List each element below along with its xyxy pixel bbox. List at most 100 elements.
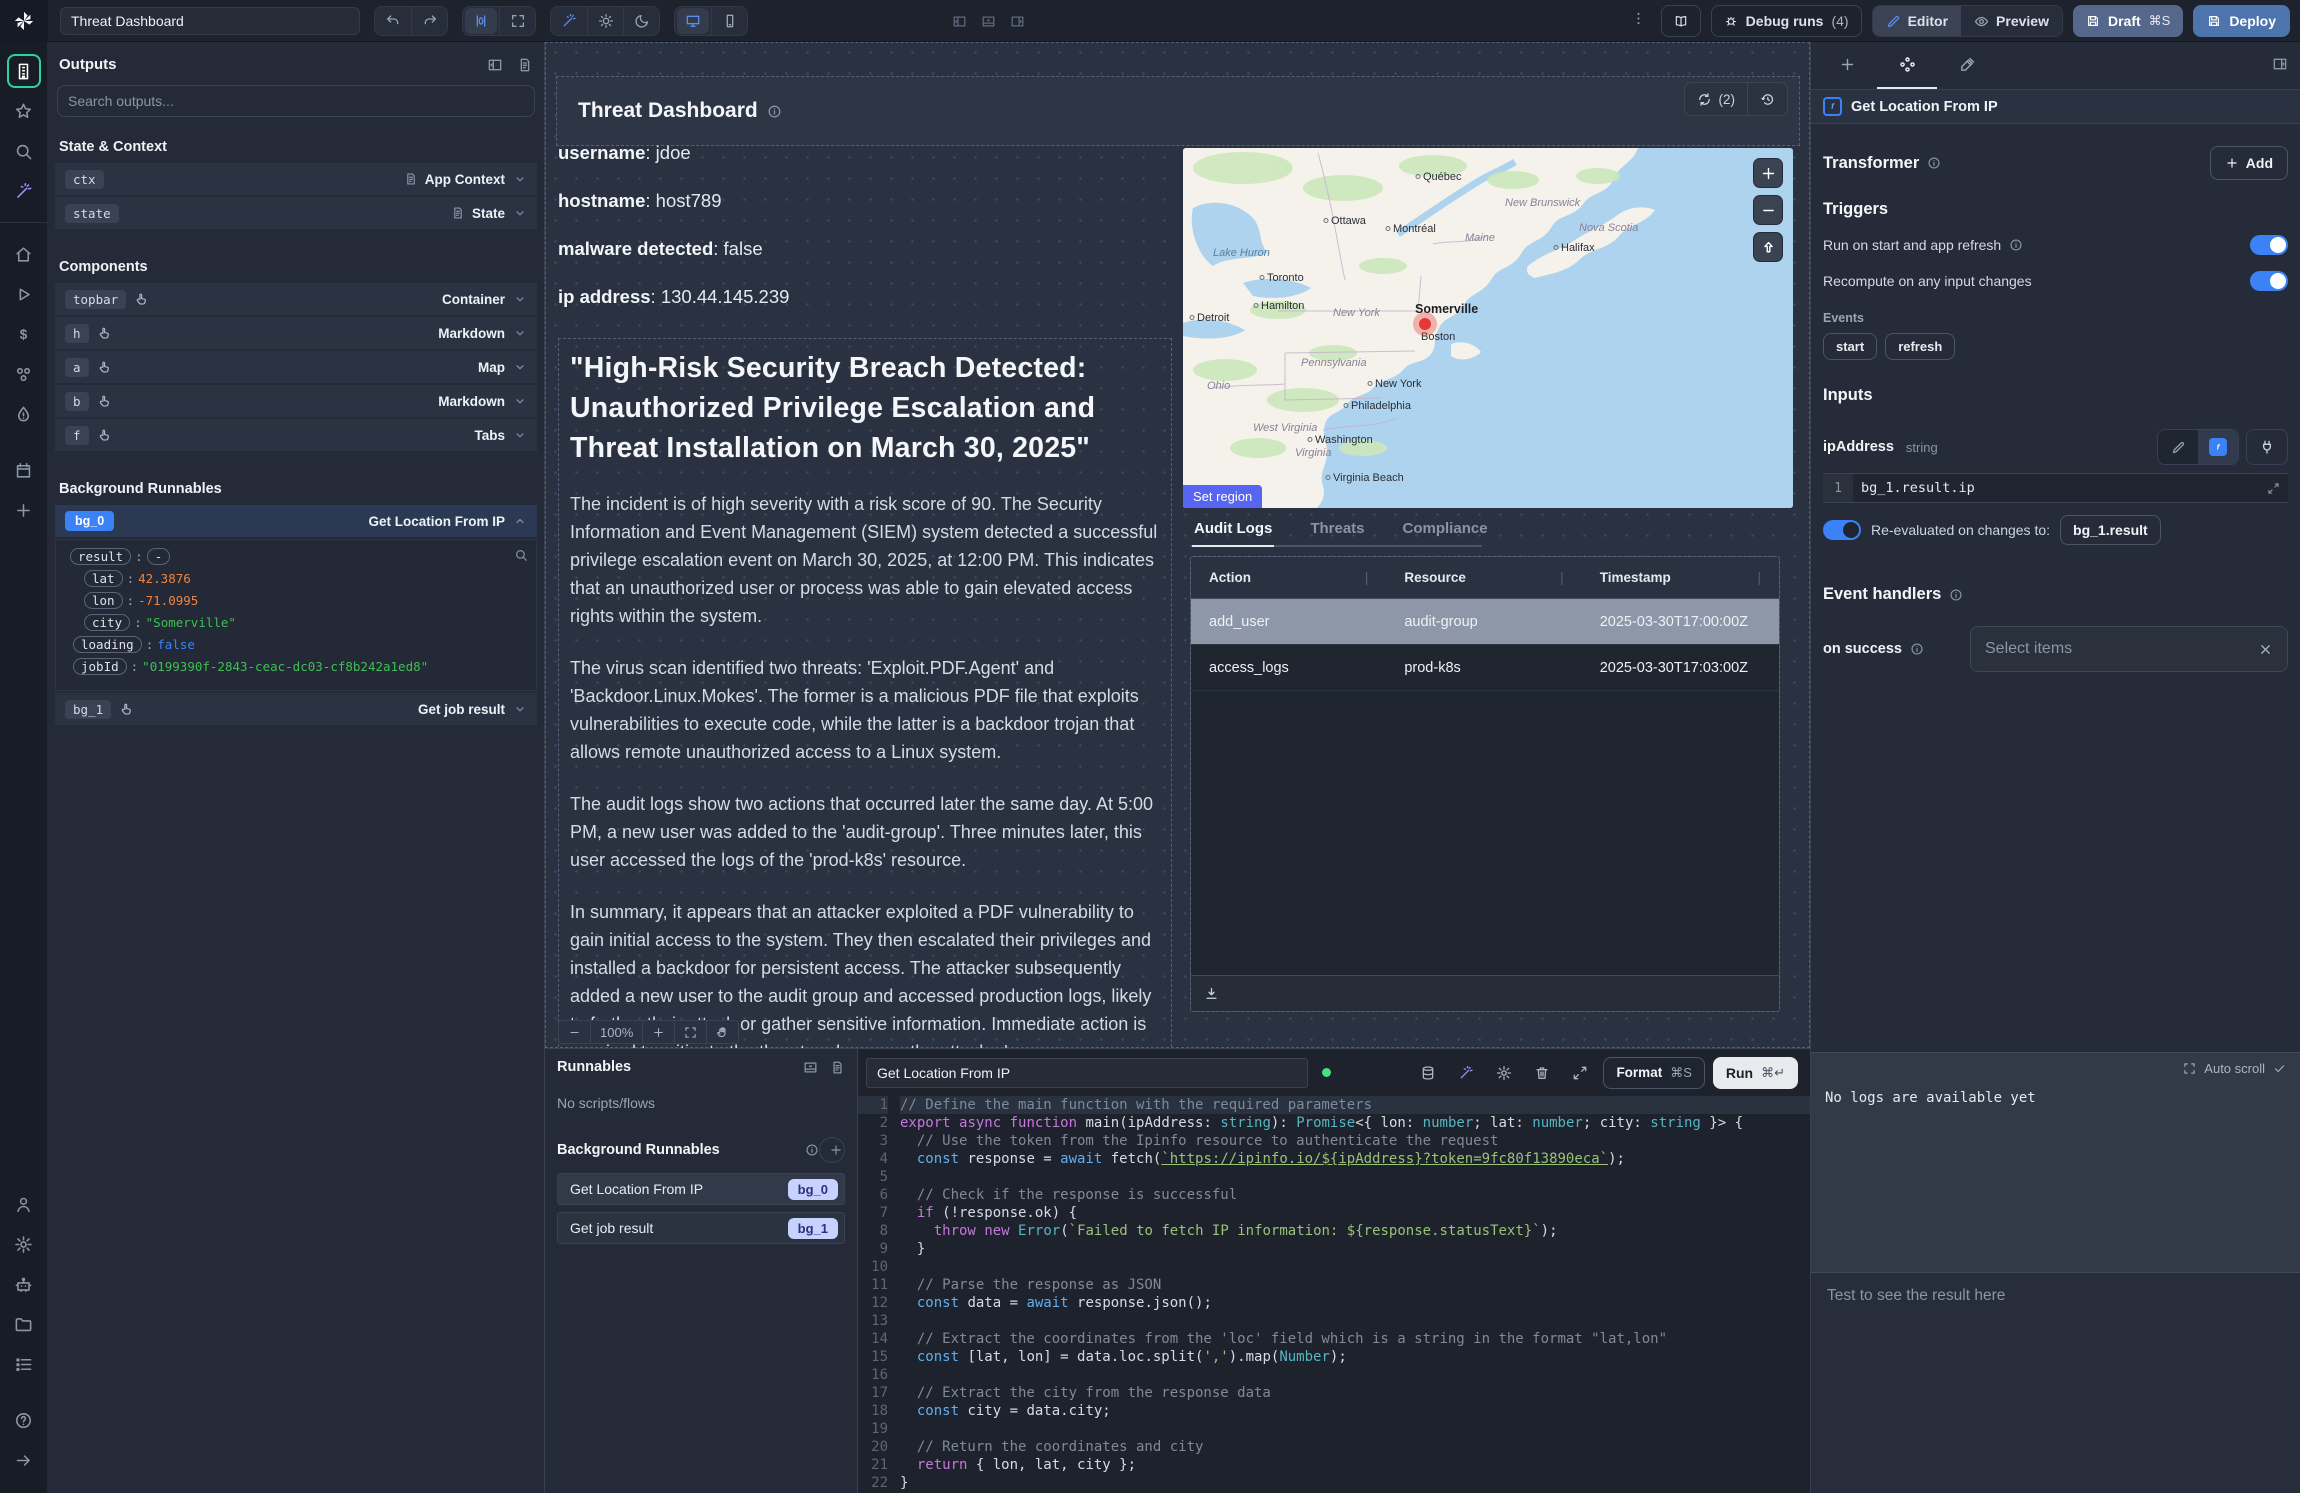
rail-wand-button[interactable] bbox=[7, 174, 41, 208]
set-region-button[interactable]: Set region bbox=[1183, 485, 1262, 508]
runnable-item[interactable]: Get job resultbg_1 bbox=[557, 1212, 845, 1244]
collapse-panel-icon[interactable] bbox=[487, 57, 503, 73]
tab-audit-logs[interactable]: Audit Logs bbox=[1192, 516, 1274, 547]
hand-pointer-icon[interactable] bbox=[97, 394, 112, 409]
runnables-doc-icon[interactable] bbox=[830, 1060, 845, 1075]
rail-hub-button[interactable] bbox=[7, 357, 41, 391]
clear-icon[interactable] bbox=[2258, 642, 2273, 657]
zoom-out-button[interactable] bbox=[559, 1021, 590, 1043]
cache-button[interactable] bbox=[1413, 1058, 1443, 1088]
event-chip-refresh[interactable]: refresh bbox=[1885, 333, 1955, 360]
map-reset-button[interactable] bbox=[1753, 232, 1783, 262]
output-row-ctx[interactable]: ctxApp Context bbox=[55, 163, 537, 195]
fit-view-button[interactable] bbox=[674, 1021, 706, 1043]
hand-pointer-icon[interactable] bbox=[97, 428, 112, 443]
recompute-toggle[interactable] bbox=[2250, 271, 2288, 291]
column-header-action[interactable]: Action| bbox=[1191, 570, 1386, 585]
map-zoom-in-button[interactable] bbox=[1753, 158, 1783, 188]
markdown-fields-component[interactable]: username: jdoehostname: host789malware d… bbox=[558, 142, 1172, 334]
undo-button[interactable] bbox=[375, 6, 411, 36]
runnable-name-input[interactable]: Get Location From IP bbox=[866, 1058, 1308, 1088]
desktop-view-button[interactable] bbox=[677, 8, 709, 34]
check-icon[interactable] bbox=[2273, 1062, 2286, 1075]
recompute-history-button[interactable] bbox=[1747, 83, 1787, 115]
hand-pointer-icon[interactable] bbox=[119, 702, 134, 717]
search-result-icon[interactable] bbox=[514, 548, 528, 562]
redo-button[interactable] bbox=[411, 6, 447, 36]
ai-edit-button[interactable] bbox=[1451, 1058, 1481, 1088]
bg0-row[interactable]: bg_0 Get Location From IP bbox=[55, 505, 537, 537]
styling-tab[interactable] bbox=[1937, 42, 1997, 89]
insert-tab[interactable] bbox=[1817, 42, 1877, 89]
hand-pointer-icon[interactable] bbox=[97, 360, 112, 375]
expand-canvas-button[interactable] bbox=[499, 6, 535, 36]
chevron-down-icon[interactable] bbox=[513, 702, 527, 716]
toggle-left-panel-icon[interactable] bbox=[952, 14, 967, 29]
table-row[interactable]: add_useraudit-group2025-03-30T17:00:00Z bbox=[1191, 599, 1779, 645]
draft-button[interactable]: Draft ⌘S bbox=[2073, 5, 2183, 37]
component-settings-tab[interactable] bbox=[1877, 42, 1937, 89]
dark-theme-button[interactable] bbox=[623, 6, 659, 36]
fullscreen-editor-button[interactable] bbox=[1565, 1058, 1595, 1088]
eval-mode-button[interactable]: f bbox=[2198, 430, 2238, 464]
rail-home-button[interactable] bbox=[7, 237, 41, 271]
ai-assist-button[interactable] bbox=[551, 6, 587, 36]
rail-plus-button[interactable] bbox=[7, 493, 41, 527]
component-row-topbar[interactable]: topbarContainer bbox=[55, 283, 537, 315]
static-mode-button[interactable] bbox=[2158, 430, 2198, 464]
windmill-logo[interactable] bbox=[0, 0, 48, 42]
reeval-target-badge[interactable]: bg_1.result bbox=[2060, 515, 2161, 545]
refresh-app-button[interactable]: (2) bbox=[1685, 83, 1748, 115]
bg1-row[interactable]: bg_1 Get job result bbox=[55, 693, 537, 725]
rail-search-button[interactable] bbox=[7, 134, 41, 168]
collapse-bottom-icon[interactable] bbox=[803, 1060, 818, 1075]
editor-tab[interactable]: Editor bbox=[1873, 6, 1961, 36]
on-success-select[interactable]: Select items bbox=[1970, 626, 2288, 672]
format-button[interactable]: Format ⌘S bbox=[1603, 1057, 1704, 1089]
tab-compliance[interactable]: Compliance bbox=[1401, 516, 1490, 547]
editor-settings-button[interactable] bbox=[1489, 1058, 1519, 1088]
markdown-report-component[interactable]: "High-Risk Security Breach Detected: Una… bbox=[558, 338, 1172, 1048]
map-zoom-out-button[interactable] bbox=[1753, 195, 1783, 225]
rail-list-button[interactable] bbox=[7, 1347, 41, 1381]
component-row-b[interactable]: bMarkdown bbox=[55, 385, 537, 417]
runnable-item[interactable]: Get Location From IPbg_0 bbox=[557, 1173, 845, 1205]
rail-arrow-right-button[interactable] bbox=[7, 1443, 41, 1477]
rail-robot-button[interactable] bbox=[7, 1267, 41, 1301]
rail-folder-button[interactable] bbox=[7, 1307, 41, 1341]
add-runnable-button[interactable] bbox=[819, 1137, 845, 1163]
light-theme-button[interactable] bbox=[587, 6, 623, 36]
more-menu-button[interactable] bbox=[1627, 10, 1651, 32]
toggle-right-panel-icon[interactable] bbox=[1010, 14, 1025, 29]
add-transformer-button[interactable]: Add bbox=[2210, 146, 2288, 180]
rail-gear-button[interactable] bbox=[7, 1227, 41, 1261]
column-header-timestamp[interactable]: Timestamp| bbox=[1582, 570, 1779, 585]
code-editor[interactable]: 12345678910111213141516171819202122 // D… bbox=[858, 1096, 1810, 1493]
chevron-down-icon[interactable] bbox=[513, 326, 527, 340]
rail-help-button[interactable] bbox=[7, 1403, 41, 1437]
expand-expression-icon[interactable] bbox=[2267, 482, 2280, 495]
mobile-view-button[interactable] bbox=[711, 6, 747, 36]
topbar-container-component[interactable]: Threat Dashboard bbox=[556, 76, 1800, 146]
rail-star-button[interactable] bbox=[7, 94, 41, 128]
collapse-right-panel-icon[interactable] bbox=[2272, 56, 2288, 72]
table-row[interactable]: access_logsprod-k8s2025-03-30T17:03:00Z bbox=[1191, 645, 1779, 691]
run-on-start-toggle[interactable] bbox=[2250, 235, 2288, 255]
chevron-down-icon[interactable] bbox=[513, 172, 527, 186]
rail-user-button[interactable] bbox=[7, 1187, 41, 1221]
expand-logs-icon[interactable] bbox=[2183, 1062, 2196, 1075]
output-row-state[interactable]: stateState bbox=[55, 197, 537, 229]
expression-input[interactable]: 1 bg_1.result.ip bbox=[1823, 473, 2288, 503]
chevron-up-icon[interactable] bbox=[513, 514, 527, 528]
toggle-bottom-panel-icon[interactable] bbox=[981, 14, 996, 29]
column-header-resource[interactable]: Resource| bbox=[1386, 570, 1581, 585]
chevron-down-icon[interactable] bbox=[513, 206, 527, 220]
app-title-input[interactable]: Threat Dashboard bbox=[60, 7, 360, 35]
chevron-down-icon[interactable] bbox=[513, 292, 527, 306]
rail-calendar-button[interactable] bbox=[7, 453, 41, 487]
debug-runs-button[interactable]: Debug runs (4) bbox=[1711, 5, 1862, 37]
tab-threats[interactable]: Threats bbox=[1308, 516, 1366, 547]
app-canvas[interactable]: Threat Dashboard (2) username: jdoehostn… bbox=[545, 42, 1810, 1048]
rail-building-button[interactable] bbox=[7, 54, 41, 88]
bounds-button[interactable] bbox=[465, 8, 497, 34]
